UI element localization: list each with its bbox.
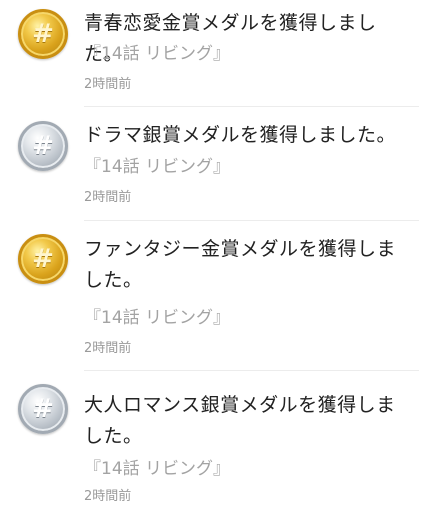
notification-item[interactable]: # 大人ロマンス銀賞メダルを獲得しました。 『14話 リビング』 2時間前	[0, 370, 439, 512]
gold-medal-icon: #	[18, 234, 68, 284]
hash-icon: #	[32, 19, 54, 49]
episode-label: 『14話 リビング』	[84, 308, 231, 328]
timestamp: 2時間前	[84, 341, 132, 356]
notification-item[interactable]: # 青春恋愛金賞メダルを獲得しました。 『14話 リビング』 2時間前	[0, 0, 439, 107]
timestamp: 2時間前	[84, 77, 132, 92]
silver-medal-icon: #	[18, 384, 68, 434]
episode-label: 『14話 リビング』	[84, 459, 231, 479]
silver-medal-icon: #	[18, 121, 68, 171]
gold-medal-icon: #	[18, 9, 68, 59]
timestamp: 2時間前	[84, 190, 132, 205]
episode-label: 『14話 リビング』	[84, 157, 231, 177]
notification-message: ドラマ銀賞メダルを獲得しました。	[84, 124, 397, 146]
hash-icon: #	[32, 244, 54, 274]
timestamp: 2時間前	[84, 489, 132, 504]
hash-icon: #	[32, 131, 54, 161]
notification-message: ファンタジー金賞メダルを獲得しました。	[84, 238, 397, 291]
notification-item[interactable]: # ドラマ銀賞メダルを獲得しました。 『14話 リビング』 2時間前	[0, 107, 439, 221]
hash-icon: #	[32, 394, 54, 424]
notification-message: 大人ロマンス銀賞メダルを獲得しました。	[84, 394, 396, 447]
episode-label: 『14話 リビング』	[84, 44, 231, 64]
notification-item[interactable]: # ファンタジー金賞メダルを獲得しました。 『14話 リビング』 2時間前	[0, 220, 439, 371]
